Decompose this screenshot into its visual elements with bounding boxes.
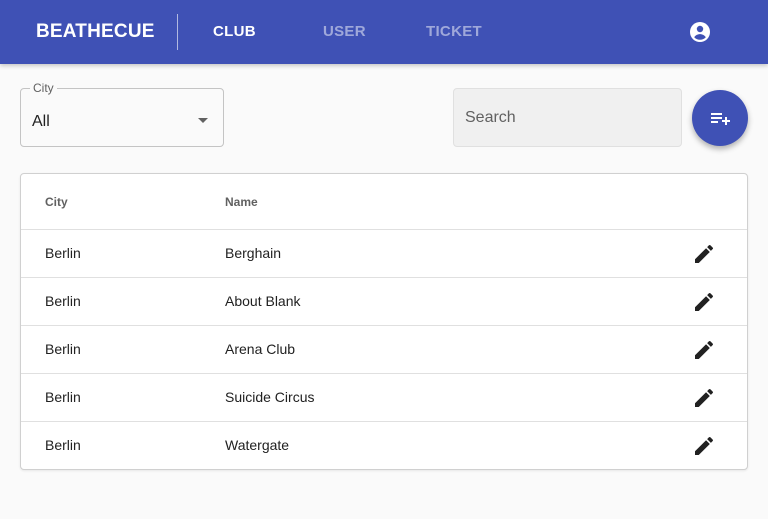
brand-logo[interactable]: BEATHECUE — [36, 0, 155, 64]
add-club-button[interactable] — [692, 90, 748, 146]
playlist-add-icon — [711, 113, 730, 125]
app-bar: BEATHECUE CLUB USER TICKET — [0, 0, 768, 64]
table-row: Berlin Arena Club — [21, 326, 747, 374]
nav-ticket[interactable]: TICKET — [426, 0, 482, 64]
cell-city: Berlin — [45, 341, 81, 357]
city-select[interactable]: City All — [20, 81, 224, 147]
nav-club[interactable]: CLUB — [213, 0, 256, 64]
table-row: Berlin Suicide Circus — [21, 374, 747, 422]
account-circle-icon[interactable] — [688, 20, 712, 44]
brand-divider — [177, 14, 178, 50]
column-header-city[interactable]: City — [45, 174, 68, 230]
city-select-value: All — [32, 113, 50, 130]
pencil-icon[interactable] — [692, 386, 716, 410]
cell-name: Arena Club — [225, 341, 296, 357]
search-input[interactable] — [454, 89, 681, 146]
table-row: Berlin Berghain — [21, 230, 747, 278]
pencil-icon[interactable] — [692, 338, 716, 362]
cell-name: Watergate — [225, 437, 290, 453]
clubs-table: City Name Berlin Berghain Berlin About B… — [20, 173, 748, 470]
arrow-drop-down-icon — [197, 113, 209, 123]
cell-city: Berlin — [45, 293, 81, 309]
pencil-icon[interactable] — [692, 290, 716, 314]
cell-city: Berlin — [45, 437, 81, 453]
nav-user[interactable]: USER — [323, 0, 366, 64]
search-field — [453, 88, 682, 147]
cell-city: Berlin — [45, 389, 81, 405]
table-row: Berlin Watergate — [21, 422, 747, 470]
cell-city: Berlin — [45, 245, 81, 261]
cell-name: Berghain — [225, 245, 282, 261]
city-select-label: City — [30, 81, 57, 95]
pencil-icon[interactable] — [692, 434, 716, 458]
cell-name: Suicide Circus — [225, 389, 315, 405]
cell-name: About Blank — [225, 293, 301, 309]
table-header: City Name — [21, 174, 747, 230]
table-row: Berlin About Blank — [21, 278, 747, 326]
pencil-icon[interactable] — [692, 242, 716, 266]
column-header-name[interactable]: Name — [225, 174, 258, 230]
